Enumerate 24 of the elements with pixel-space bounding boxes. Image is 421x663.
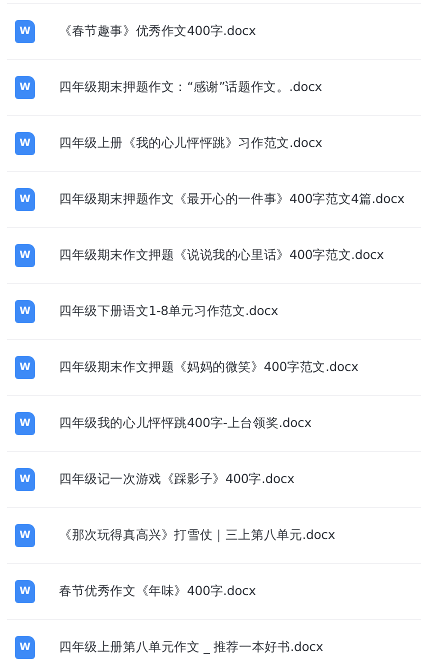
file-name[interactable]: 四年级期末押题作文：“感谢”话题作文。.docx [59, 78, 322, 97]
word-document-icon: W [15, 580, 35, 603]
word-document-icon: W [15, 244, 35, 267]
word-document-icon: W [15, 524, 35, 547]
word-document-icon: W [15, 76, 35, 99]
file-name[interactable]: 四年级期末押题作文《最开心的一件事》400字范文4篇.docx [59, 190, 404, 209]
word-document-icon: W [15, 636, 35, 659]
file-name[interactable]: 四年级期末作文押题《妈妈的微笑》400字范文.docx [59, 358, 358, 377]
file-name[interactable]: 四年级记一次游戏《踩影子》400字.docx [59, 470, 294, 489]
word-document-icon: W [15, 356, 35, 379]
file-name[interactable]: 四年级上册《我的心儿怦怦跳》习作范文.docx [59, 134, 322, 153]
file-name[interactable]: 四年级期末作文押题《说说我的心里话》400字范文.docx [59, 246, 384, 265]
file-name[interactable]: 四年级上册第八单元作文 _ 推荐一本好书.docx [59, 638, 324, 657]
word-document-icon: W [15, 300, 35, 323]
file-name[interactable]: 《那次玩得真高兴》打雪仗｜三上第八单元.docx [59, 526, 336, 545]
word-document-icon: W [15, 20, 35, 43]
word-document-icon: W [15, 188, 35, 211]
word-document-icon: W [15, 412, 35, 435]
word-document-icon: W [15, 468, 35, 491]
word-document-icon: W [15, 132, 35, 155]
file-name[interactable]: 四年级下册语文1-8单元习作范文.docx [59, 302, 278, 321]
file-name[interactable]: 《春节趣事》优秀作文400字.docx [59, 22, 256, 41]
file-name[interactable]: 四年级我的心儿怦怦跳400字-上台领奖.docx [59, 414, 312, 433]
file-name[interactable]: 春节优秀作文《年味》400字.docx [59, 582, 256, 601]
